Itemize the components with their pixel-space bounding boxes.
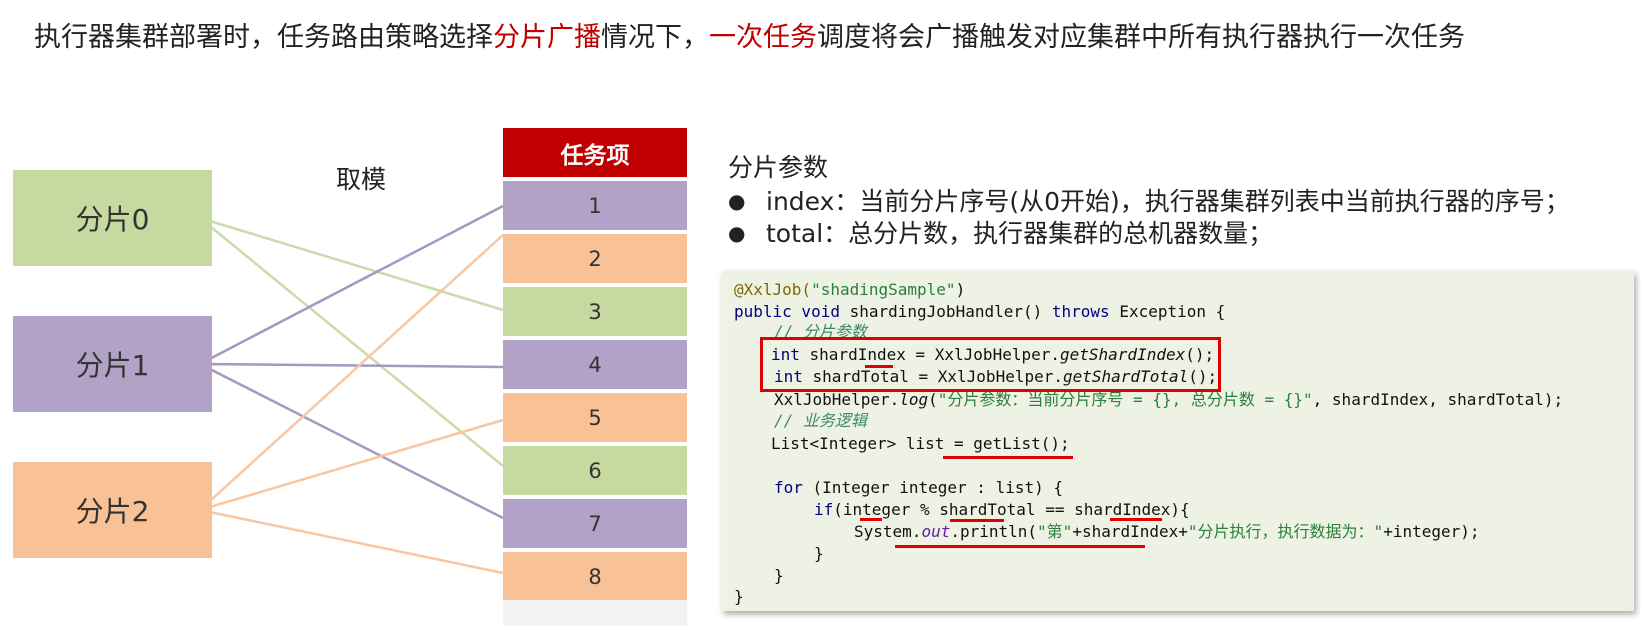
keyword-token: throws — [1051, 302, 1110, 321]
shard-1-box: 分片1 — [13, 316, 212, 412]
code-token: Exception { — [1109, 302, 1226, 321]
string-token: "分片参数：当前分片序号 = {}, 总分片数 = {}" — [937, 390, 1313, 409]
underline-getList — [943, 456, 1073, 459]
task-list-tail — [503, 600, 687, 626]
shard-2-box: 分片2 — [13, 462, 212, 558]
line-task6-shard0 — [200, 218, 504, 467]
underline-shardIndex-if — [1110, 518, 1162, 521]
line-task2-shard2 — [200, 234, 504, 510]
line-task1-shard1 — [200, 204, 504, 364]
code-token: , shardIndex, shardTotal); — [1312, 390, 1564, 409]
bullet-dot: ● — [728, 189, 746, 213]
code-token: System. — [854, 522, 922, 541]
code-line-12: } — [814, 544, 824, 563]
code-line-10: if(integer % shardTotal == shardIndex){ — [814, 500, 1190, 520]
line-task4-shard1 — [200, 364, 504, 367]
string-token: "分片执行，执行数据为：" — [1187, 522, 1384, 541]
code-line-7-comment: // 业务逻辑 — [774, 411, 867, 430]
code-line-13: } — [774, 566, 784, 585]
task-item-1: 1 — [503, 181, 687, 230]
keyword-token: public void — [734, 302, 840, 321]
keyword-token: for — [774, 478, 803, 497]
code-line-2: public void shardingJobHandler() throws … — [734, 302, 1225, 322]
code-line-8: List<Integer> list = getList(); — [771, 434, 1070, 453]
annotation-token: @XxlJob( — [734, 280, 812, 299]
param-item-total: ● total：总分片数，执行器集群的总机器数量； — [728, 214, 1273, 250]
underline-shardTotal — [868, 389, 912, 392]
param-item-index-text: index：当前分片序号(从0开始)，执行器集群列表中当前执行器的序号； — [766, 187, 1570, 216]
code-token: shardingJobHandler() — [839, 302, 1052, 321]
task-item-4: 4 — [503, 340, 687, 389]
modulo-label: 取模 — [336, 165, 387, 194]
task-item-6: 6 — [503, 446, 687, 495]
code-line-11: System.out.println("第"+shardIndex+"分片执行，… — [854, 522, 1480, 542]
code-line-9: for (Integer integer : list) { — [774, 478, 1063, 498]
shard-0-box: 分片0 — [13, 170, 212, 266]
bullet-dot: ● — [728, 221, 746, 245]
method-token: log — [899, 390, 929, 409]
code-token: ( — [928, 390, 938, 409]
code-line-6: XxlJobHelper.log("分片参数：当前分片序号 = {}, 总分片数… — [774, 390, 1563, 410]
code-token: +integer); — [1383, 522, 1480, 541]
underline-shardTotal-if — [950, 519, 1004, 522]
param-item-total-text: total：总分片数，执行器集群的总机器数量； — [766, 219, 1274, 248]
string-token: "第" — [1037, 522, 1073, 541]
code-line-14: } — [734, 587, 744, 606]
params-title: 分片参数 — [728, 153, 829, 182]
task-item-8: 8 — [503, 552, 687, 601]
highlight-rectangle — [760, 337, 1221, 392]
task-header: 任务项 — [503, 128, 687, 177]
task-item-5: 5 — [503, 393, 687, 442]
task-item-3: 3 — [503, 287, 687, 336]
task-item-2: 2 — [503, 234, 687, 283]
code-token: .println( — [950, 522, 1038, 541]
code-token: ) — [955, 280, 966, 299]
code-line-1: @XxlJob("shadingSample") — [734, 280, 965, 300]
underline-println — [895, 545, 1145, 548]
code-token: XxlJobHelper. — [774, 390, 900, 409]
field-token: out — [921, 522, 951, 541]
param-item-index: ● index：当前分片序号(从0开始)，执行器集群列表中当前执行器的序号； — [728, 182, 1570, 218]
line-task8-shard2 — [200, 510, 504, 575]
string-token: "shadingSample" — [811, 280, 956, 299]
line-task5-shard2 — [200, 418, 504, 510]
code-token: (integer % shardTotal == shardIndex){ — [833, 500, 1190, 519]
line-task7-shard1 — [200, 364, 504, 520]
code-token: +shardIndex+ — [1072, 522, 1188, 541]
keyword-token: if — [814, 500, 834, 519]
underline-integer — [860, 518, 882, 521]
line-task3-shard0 — [200, 218, 504, 312]
underline-shardIndex — [865, 365, 893, 368]
code-token: (Integer integer : list) { — [802, 478, 1063, 497]
task-item-7: 7 — [503, 499, 687, 548]
